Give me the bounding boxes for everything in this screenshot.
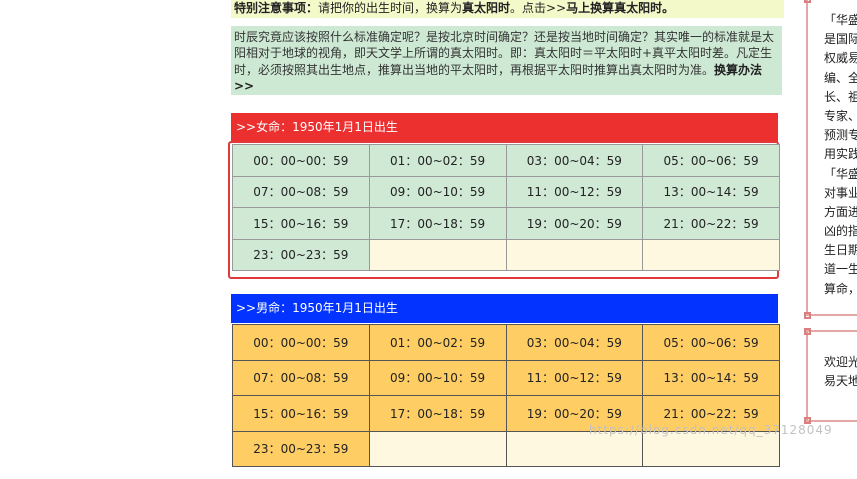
female-time-table: 00：00~00：59 01：00~02：59 03：00~04：59 05：00~0… — [232, 144, 780, 271]
empty-cell — [368, 238, 507, 271]
sidebar-text-line: 对事业 — [824, 185, 857, 200]
sidebar-text-line: 道一生 — [824, 262, 857, 277]
notice-text: 请把你的出生时间，换算为 — [318, 1, 463, 15]
sidebar-intro-text: 「华盛 是国际 权威易 编、全 长、祖 专家、 预测专 用实践 「华盛 对事业 方面进 凶的指 生日期道… — [824, 11, 857, 299]
empty-cell — [505, 238, 644, 271]
sidebar-text-line: 算命， — [824, 281, 857, 296]
sidebar-text-line: 是国际 — [824, 32, 857, 47]
sidebar-text-line: 易天地 — [824, 374, 857, 389]
sidebar-text-line: 权威易 — [824, 51, 857, 66]
sidebar-text-line: 长、祖 — [824, 89, 857, 104]
sidebar-text-line: 「华盛 — [824, 166, 857, 181]
sidebar-text-line: 用实践 — [824, 147, 857, 162]
time-slot-cell[interactable]: 11：00~12：59 — [505, 175, 644, 208]
sidebar-corner-ornament — [804, 312, 811, 319]
time-slot-cell[interactable]: 11：00~12：59 — [505, 359, 644, 396]
time-slot-row: 23：00~23：59 — [232, 238, 780, 271]
sidebar-welcome-text: 欢迎光 易天地 — [824, 353, 857, 391]
time-slot-cell[interactable]: 13：00~14：59 — [642, 359, 780, 396]
sidebar-text-line: 方面进 — [824, 204, 857, 219]
sidebar-text-line: 「华盛 — [824, 13, 857, 27]
time-slot-cell[interactable]: 21：00~22：59 — [642, 207, 780, 240]
convert-true-solar-time-link[interactable]: 马上换算真太阳时。 — [566, 1, 674, 15]
time-slot-cell[interactable]: 19：00~20：59 — [505, 207, 644, 240]
explanation-block: 时辰究竟应该按照什么标准确定呢？是按北京时间确定？还是按当地时间确定？其实唯一的… — [231, 26, 782, 95]
empty-cell — [368, 430, 507, 467]
male-time-table: 00：00~00：59 01：00~02：59 03：00~04：59 05：00~0… — [232, 324, 780, 467]
sidebar-text-line: 专家、 — [824, 108, 857, 123]
sidebar-text-line: 欢迎光 — [824, 355, 857, 369]
notice-bar: 特别注意事项：请把你的出生时间，换算为真太阳时。点击>>马上换算真太阳时。 — [231, 0, 784, 18]
time-slot-cell[interactable]: 13：00~14：59 — [642, 175, 780, 208]
time-slot-cell[interactable]: 00：00~00：59 — [232, 324, 370, 361]
time-slot-cell[interactable]: 03：00~04：59 — [505, 324, 644, 361]
time-slot-cell[interactable]: 01：00~02：59 — [368, 324, 507, 361]
time-slot-cell[interactable]: 09：00~10：59 — [368, 175, 507, 208]
sidebar-text-line: 凶的指 — [824, 224, 857, 239]
time-slot-cell[interactable]: 00：00~00：59 — [232, 144, 370, 177]
time-slot-cell[interactable]: 07：00~08：59 — [232, 359, 370, 396]
time-slot-cell[interactable]: 23：00~23：59 — [232, 238, 370, 271]
sidebar-corner-ornament — [804, 0, 811, 3]
time-slot-cell[interactable]: 17：00~18：59 — [368, 207, 507, 240]
sidebar-text-line: 预测专 — [824, 128, 857, 143]
time-slot-cell[interactable]: 07：00~08：59 — [232, 175, 370, 208]
time-slot-cell[interactable]: 05：00~06：59 — [642, 144, 780, 177]
male-section-header: >>男命：1950年1月1日出生 — [231, 294, 778, 323]
time-slot-cell[interactable]: 17：00~18：59 — [368, 395, 507, 432]
notice-highlight: 真太阳时 — [462, 1, 511, 15]
notice-label: 特别注意事项： — [234, 1, 319, 15]
time-slot-cell[interactable]: 01：00~02：59 — [368, 144, 507, 177]
time-slot-cell[interactable]: 23：00~23：59 — [232, 430, 370, 467]
notice-text2: 。点击>> — [510, 1, 567, 15]
time-slot-row: 07：00~08：59 09：00~10：59 11：00~12：59 13：00~1… — [232, 175, 780, 208]
time-slot-row: 15：00~16：59 17：00~18：59 19：00~20：59 21：00~2… — [232, 207, 780, 240]
empty-cell — [642, 238, 780, 271]
sidebar-text-line: 生日期 — [824, 243, 857, 258]
time-slot-cell[interactable]: 15：00~16：59 — [232, 395, 370, 432]
sidebar-text-line: 编、全 — [824, 70, 857, 85]
time-slot-row: 00：00~00：59 01：00~02：59 03：00~04：59 05：00~0… — [232, 324, 780, 361]
female-section-header: >>女命：1950年1月1日出生 — [231, 113, 778, 142]
explanation-text: 时辰究竟应该按照什么标准确定呢？是按北京时间确定？还是按当地时间确定？其实唯一的… — [234, 30, 775, 77]
time-slot-cell[interactable]: 05：00~06：59 — [642, 324, 780, 361]
time-slot-cell[interactable]: 09：00~10：59 — [368, 359, 507, 396]
time-slot-row: 00：00~00：59 01：00~02：59 03：00~04：59 05：00~0… — [232, 144, 780, 177]
time-slot-cell[interactable]: 15：00~16：59 — [232, 207, 370, 240]
time-slot-cell[interactable]: 03：00~04：59 — [505, 144, 644, 177]
watermark: https://blog.csdn.net/qq_37128049 — [589, 423, 833, 437]
sidebar-corner-ornament — [804, 328, 811, 335]
time-slot-row: 07：00~08：59 09：00~10：59 11：00~12：59 13：00~1… — [232, 359, 780, 396]
